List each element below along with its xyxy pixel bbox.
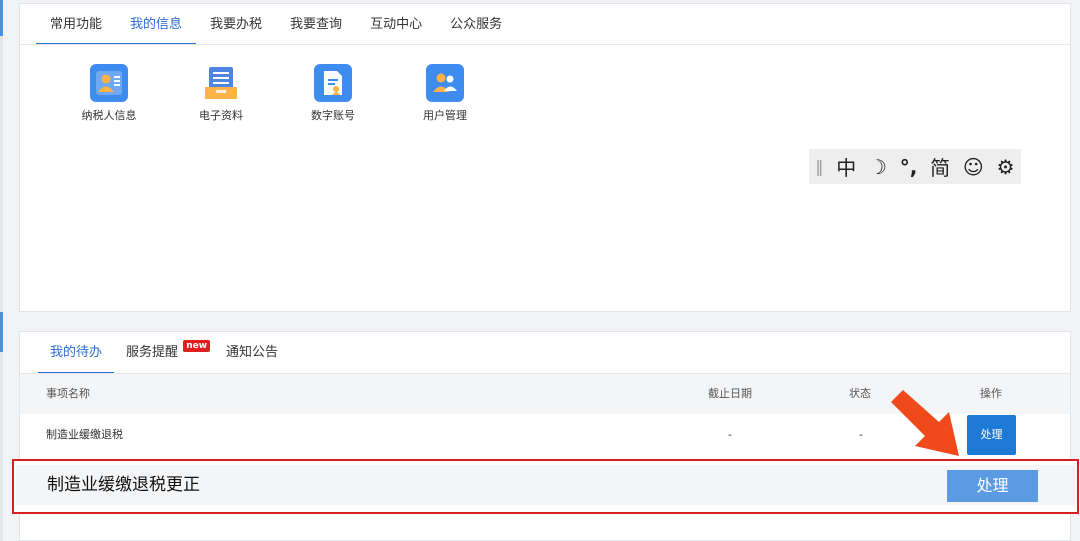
process-button[interactable]: 处理 — [967, 415, 1016, 455]
highlighted-item-name: 制造业缓缴退税更正 — [47, 475, 200, 495]
todo-tabs: 我的待办 服务提醒 new 通知公告 — [38, 332, 290, 374]
tab-tax-handling[interactable]: 我要办税 — [196, 4, 276, 45]
shortcut-electronic-docs[interactable]: 电子资料 — [165, 64, 277, 123]
shortcut-label: 用户管理 — [423, 109, 467, 122]
info-shortcuts: 纳税人信息 电子资料 数字账号 用户管理 — [60, 64, 501, 123]
left-edge-marker-top — [0, 0, 3, 36]
header-status: 状态 — [849, 387, 871, 400]
left-edge-marker-bottom — [0, 312, 3, 352]
ime-drag-handle[interactable]: ‖ — [815, 157, 823, 176]
ime-toolbar: ‖ 中 ☽ °, 简 ☺ ⚙ — [809, 149, 1021, 184]
annotation-arrow-icon — [891, 390, 959, 456]
ime-simplified-toggle[interactable]: 简 — [930, 152, 950, 181]
header-action: 操作 — [980, 387, 1002, 400]
tab-interaction-center[interactable]: 互动中心 — [356, 4, 436, 45]
tab-service-reminder[interactable]: 服务提醒 new — [114, 332, 211, 374]
shortcut-label: 数字账号 — [311, 109, 355, 122]
row-status: - — [859, 428, 863, 441]
tabs-divider — [20, 44, 1070, 45]
header-deadline: 截止日期 — [708, 387, 752, 400]
highlighted-row-content: 制造业缓缴退税更正 处理 — [16, 465, 1075, 505]
tab-public-service[interactable]: 公众服务 — [436, 4, 516, 45]
taxpayer-id-card-icon — [90, 64, 128, 102]
digital-account-icon — [314, 64, 352, 102]
highlighted-todo-row: 制造业缓缴退税更正 处理 — [12, 459, 1079, 514]
tab-common-functions[interactable]: 常用功能 — [36, 4, 117, 45]
tab-my-info[interactable]: 我的信息 — [116, 4, 197, 45]
row-deadline: - — [728, 428, 732, 441]
punctuation-toggle[interactable]: °, — [900, 155, 918, 179]
row-item-name: 制造业缓缴退税 — [46, 428, 123, 441]
shortcut-label: 电子资料 — [199, 109, 243, 122]
main-nav-tabs: 常用功能 我的信息 我要办税 我要查询 互动中心 公众服务 — [36, 4, 516, 45]
tab-notice[interactable]: 通知公告 — [214, 332, 290, 374]
shortcut-user-management[interactable]: 用户管理 — [389, 64, 501, 123]
highlighted-process-button[interactable]: 处理 — [947, 470, 1038, 502]
user-management-icon — [426, 64, 464, 102]
left-scroll-edge — [0, 0, 3, 541]
gear-icon[interactable]: ⚙ — [997, 155, 1015, 179]
shortcut-label: 纳税人信息 — [81, 109, 137, 122]
emoji-icon[interactable]: ☺ — [963, 155, 984, 179]
shortcut-taxpayer-info[interactable]: 纳税人信息 — [53, 64, 165, 123]
shortcut-digital-account[interactable]: 数字账号 — [277, 64, 389, 123]
moon-icon[interactable]: ☽ — [869, 155, 887, 179]
header-item-name: 事项名称 — [46, 387, 90, 400]
tab-my-todo[interactable]: 我的待办 — [38, 332, 115, 374]
tab-service-reminder-label: 服务提醒 — [126, 345, 179, 360]
tab-query[interactable]: 我要查询 — [276, 4, 356, 45]
electronic-docs-icon — [202, 64, 240, 102]
ime-chinese-mode-toggle[interactable]: 中 — [836, 152, 856, 181]
new-badge: new — [183, 340, 211, 352]
